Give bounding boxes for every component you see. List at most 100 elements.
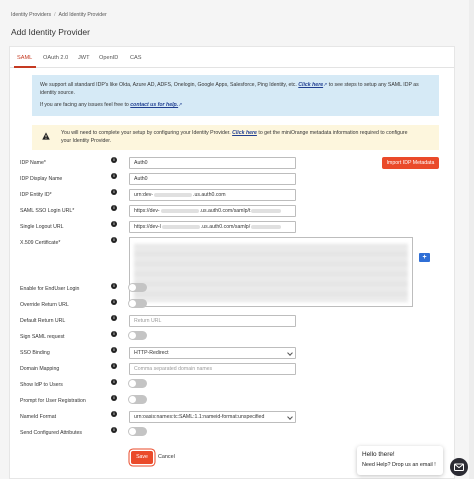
- breadcrumb-item-identity-providers[interactable]: Identity Providers: [11, 12, 51, 18]
- redacted-text: [251, 208, 282, 213]
- info-icon[interactable]: i: [111, 189, 117, 195]
- save-button[interactable]: Save: [131, 451, 153, 464]
- info-icon[interactable]: i: [111, 299, 117, 305]
- tab-jwt[interactable]: JWT: [78, 55, 90, 61]
- breadcrumb-item-add-idp: Add Identity Provider: [58, 12, 107, 18]
- redacted-certificate: [134, 244, 408, 302]
- info-icon[interactable]: i: [111, 427, 117, 433]
- toggle-knob: [129, 428, 136, 435]
- sso-binding-select[interactable]: HTTP-Redirect: [129, 347, 296, 359]
- info-text-3: If you are facing any issues feel free t…: [40, 102, 129, 108]
- page-title: Add Identity Provider: [11, 27, 90, 37]
- toggle-knob: [129, 396, 136, 403]
- domain-mapping-input[interactable]: Comma separated domain names: [129, 363, 296, 375]
- info-icon[interactable]: i: [111, 379, 117, 385]
- entity-id-suffix: .us.auth0.com: [193, 192, 226, 198]
- default-return-url-label: Default Return URL: [20, 318, 66, 324]
- toggle-knob: [129, 380, 136, 387]
- info-icon[interactable]: i: [111, 363, 117, 369]
- single-logout-url-input[interactable]: https://dev-l .us.auth0.com/samlp/: [129, 221, 296, 233]
- idp-entity-id-input[interactable]: urn:dev- .us.auth0.com: [129, 189, 296, 201]
- breadcrumb: Identity Providers / Add Identity Provid…: [11, 12, 107, 18]
- chat-launcher-button[interactable]: [450, 458, 468, 476]
- override-return-url-label: Override Return URL: [20, 302, 69, 308]
- x509-certificate-label: X.509 Certificate*: [20, 240, 61, 246]
- cancel-button[interactable]: Cancel: [158, 454, 175, 460]
- enable-enduser-login-toggle[interactable]: [128, 283, 147, 292]
- info-banner: We support all standard IDP's like Okta,…: [32, 75, 439, 116]
- prompt-registration-label: Prompt for User Registration: [20, 398, 86, 404]
- info-text-1: We support all standard IDP's like Okta,…: [40, 82, 297, 88]
- send-configured-attributes-label: Send Configured Attributes: [20, 430, 83, 436]
- info-icon[interactable]: i: [111, 411, 117, 417]
- import-idp-metadata-button[interactable]: Import IDP Metadata: [382, 157, 439, 169]
- default-return-url-input[interactable]: Return URL: [129, 315, 296, 327]
- form-card: SAML OAuth 2.0 JWT OpenID CAS We support…: [9, 46, 455, 479]
- toggle-knob: [129, 284, 136, 291]
- add-certificate-button[interactable]: +: [419, 253, 430, 262]
- info-icon[interactable]: i: [111, 221, 117, 227]
- sso-binding-value: HTTP-Redirect: [134, 350, 169, 356]
- sso-binding-label: SSO Binding: [20, 350, 50, 356]
- redacted-text: [161, 224, 200, 229]
- nameid-format-select[interactable]: urn:oasis:names:tc:SAML:1.1:nameid-forma…: [129, 411, 296, 423]
- info-icon[interactable]: i: [111, 315, 117, 321]
- nameid-format-value: urn:oasis:names:tc:SAML:1.1:nameid-forma…: [134, 414, 265, 420]
- page: Identity Providers / Add Identity Provid…: [0, 0, 474, 479]
- logout-url-prefix: https://dev-l: [134, 224, 161, 230]
- breadcrumb-separator: /: [54, 12, 56, 18]
- info-icon[interactable]: i: [111, 157, 117, 163]
- tab-openid[interactable]: OpenID: [99, 55, 118, 61]
- idp-display-name-input[interactable]: Auth0: [129, 173, 296, 185]
- redacted-text: [154, 192, 193, 197]
- info-icon[interactable]: i: [111, 347, 117, 353]
- info-line-3: If you are facing any issues feel free t…: [40, 102, 182, 108]
- nameid-format-label: NameId Format: [20, 414, 57, 420]
- contact-us-link[interactable]: contact us for help.: [130, 102, 178, 108]
- override-return-url-toggle[interactable]: [128, 299, 147, 308]
- info-line-1: We support all standard IDP's like Okta,…: [40, 82, 419, 88]
- toggle-knob: [129, 300, 136, 307]
- chat-popup[interactable]: Hello there! Need Help? Drop us an email…: [357, 446, 443, 475]
- tab-oauth[interactable]: OAuth 2.0: [43, 55, 68, 61]
- page-scrollbar[interactable]: [469, 0, 474, 479]
- external-link-icon: ↗: [323, 82, 328, 88]
- saml-sso-url-label: SAML SSO Login URL*: [20, 208, 75, 214]
- sign-saml-request-toggle[interactable]: [128, 331, 147, 340]
- idp-name-input[interactable]: Auth0: [129, 157, 296, 169]
- entity-id-prefix: urn:dev-: [134, 192, 154, 198]
- chat-prompt: Need Help? Drop us an email !: [362, 462, 436, 468]
- active-tab-indicator: [14, 66, 36, 68]
- tab-saml[interactable]: SAML: [17, 55, 32, 61]
- show-idp-to-users-toggle[interactable]: [128, 379, 147, 388]
- sign-saml-request-label: Sign SAML request: [20, 334, 65, 340]
- chevron-down-icon: [287, 414, 293, 420]
- warning-banner: You will need to complete your setup by …: [32, 125, 439, 150]
- idp-entity-id-label: IDP Entity ID*: [20, 192, 52, 198]
- info-icon[interactable]: i: [111, 331, 117, 337]
- sso-url-prefix: https://dev-: [134, 208, 160, 214]
- setup-steps-link[interactable]: Click here: [298, 82, 323, 88]
- metadata-info-link[interactable]: Click here: [232, 130, 257, 136]
- sso-url-suffix: .us.auth0.com/samlp/t: [199, 208, 251, 214]
- info-icon[interactable]: i: [111, 173, 117, 179]
- mail-icon: [454, 463, 464, 471]
- single-logout-url-label: Single Logout URL: [20, 224, 64, 230]
- x509-certificate-textarea[interactable]: [129, 237, 413, 307]
- toggle-knob: [129, 332, 136, 339]
- info-icon[interactable]: i: [111, 283, 117, 289]
- tab-cas[interactable]: CAS: [130, 55, 142, 61]
- logout-url-suffix: .us.auth0.com/samlp/: [200, 224, 251, 230]
- info-icon[interactable]: i: [111, 237, 117, 243]
- info-icon[interactable]: i: [111, 205, 117, 211]
- warning-text-2: your Identity Provider.: [61, 138, 112, 144]
- chevron-down-icon: [287, 350, 293, 356]
- enable-enduser-login-label: Enable for EndUser Login: [20, 286, 80, 292]
- send-configured-attributes-toggle[interactable]: [128, 427, 147, 436]
- show-idp-to-users-label: Show IdP to Users: [20, 382, 63, 388]
- info-text-2: identity source.: [40, 90, 75, 96]
- info-icon[interactable]: i: [111, 395, 117, 401]
- prompt-registration-toggle[interactable]: [128, 395, 147, 404]
- domain-mapping-label: Domain Mapping: [20, 366, 60, 372]
- saml-sso-url-input[interactable]: https://dev- .us.auth0.com/samlp/t: [129, 205, 296, 217]
